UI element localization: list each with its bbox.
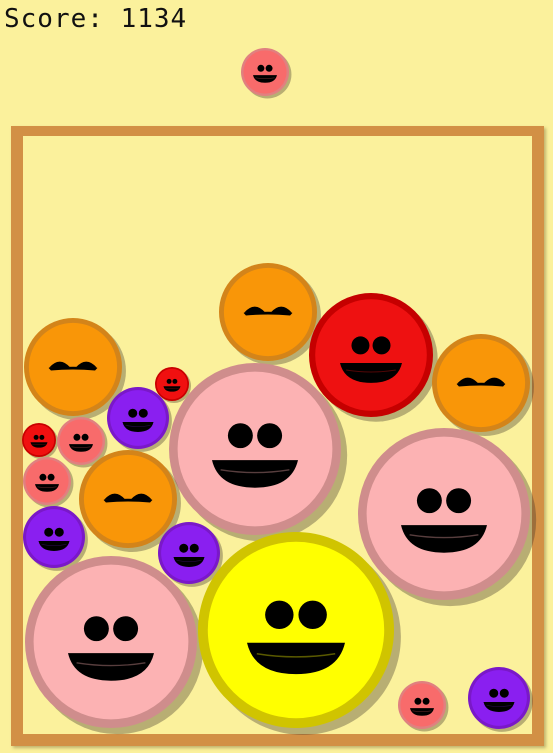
fruit-body (471, 670, 527, 726)
eye-icon (422, 697, 430, 705)
eye-icon (416, 488, 442, 514)
fruit-pink (358, 428, 537, 607)
fruit-body (33, 564, 189, 720)
eye-icon (166, 378, 172, 384)
eye-icon (489, 688, 499, 698)
play-field[interactable] (0, 0, 553, 753)
fruit-body (110, 390, 166, 446)
eye-icon (81, 433, 89, 441)
fruit-purple (23, 506, 88, 571)
eye-icon (54, 527, 64, 537)
eye-icon (298, 600, 327, 630)
eye-icon (257, 64, 265, 72)
eye-icon (39, 434, 45, 440)
eye-icon (189, 543, 199, 553)
fruit-orange (432, 334, 534, 436)
eye-icon (39, 473, 47, 481)
eye-icon (83, 616, 109, 642)
eye-icon (44, 527, 54, 537)
eye-icon (128, 408, 138, 418)
fruit-body (366, 436, 522, 592)
fruit-body (23, 424, 55, 456)
eye-icon (499, 688, 509, 698)
fruit-body (315, 299, 427, 411)
eye-icon (138, 408, 148, 418)
eye-icon (414, 697, 422, 705)
eye-icon (257, 423, 283, 449)
eye-icon (179, 543, 189, 553)
fruit-body (207, 541, 385, 719)
eye-icon (372, 336, 391, 355)
eye-icon (113, 616, 139, 642)
fruit-body (177, 371, 333, 527)
fruit-body (243, 50, 287, 94)
eye-icon (265, 64, 273, 72)
eye-icon (172, 378, 178, 384)
fruit-salmon (398, 681, 449, 732)
fruit-body (400, 683, 444, 727)
fruit-body (59, 419, 103, 463)
fruit-purple (468, 667, 533, 732)
eye-icon (351, 336, 370, 355)
fruit-yellow (198, 532, 401, 735)
fruit-red-small (22, 423, 59, 460)
fruit-body (26, 509, 82, 565)
fruit-body (25, 459, 69, 503)
fruit-body (161, 525, 217, 581)
fruit-purple (158, 522, 223, 587)
eye-icon (446, 488, 472, 514)
eye-icon (73, 433, 81, 441)
fruit-salmon (23, 457, 74, 508)
eye-icon (265, 600, 294, 630)
next-fruit (241, 48, 292, 99)
fruit-orange (219, 263, 321, 365)
eye-icon (227, 423, 253, 449)
eye-icon (47, 473, 55, 481)
fruit-body (156, 368, 188, 400)
eye-icon (33, 434, 39, 440)
